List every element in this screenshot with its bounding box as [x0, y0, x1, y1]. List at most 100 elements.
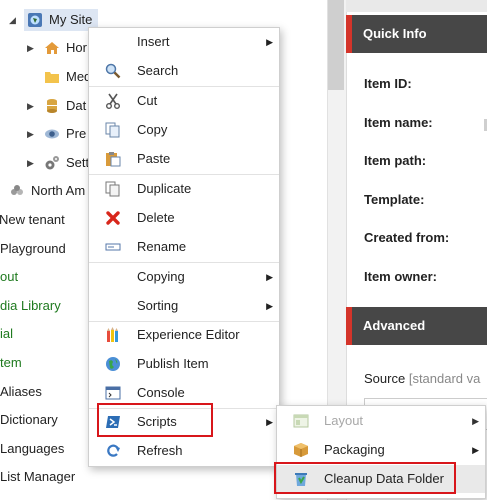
duplicate-icon [105, 181, 120, 197]
scissors-icon [106, 93, 120, 109]
tree-node-label: New tenant [0, 212, 65, 227]
tree-node-tenant[interactable]: North Am [0, 180, 100, 202]
home-icon [45, 42, 59, 54]
scripts-highlight-box [97, 403, 213, 437]
menu-item-copy[interactable]: Copy [89, 116, 279, 144]
copy-icon [105, 122, 120, 138]
section-accent-bar [346, 15, 352, 53]
menu-item-label: Refresh [137, 443, 183, 458]
menu-item-duplicate[interactable]: Duplicate [89, 175, 279, 203]
section-title: Quick Info [363, 26, 427, 41]
menu-item-label: Search [137, 63, 179, 78]
tree-node-label: Pre [66, 126, 87, 141]
menu-item-label: Rename [137, 239, 187, 254]
submenu-arrow-icon: ▶ [472, 445, 479, 455]
menu-item-label: Paste [137, 151, 171, 166]
menu-item-delete[interactable]: Delete [89, 204, 279, 232]
menu-item-publish[interactable]: Publish Item [89, 350, 279, 378]
tree-node-label: dia Library [0, 298, 61, 313]
tree-node-presentation[interactable]: ▶ Pre [0, 123, 100, 145]
magnifier-icon [105, 63, 121, 79]
tree-node-label: Hor [66, 40, 87, 55]
package-icon [294, 443, 308, 457]
source-field-label: Source [standard va [364, 371, 480, 386]
submenu-arrow-icon: ▶ [266, 272, 273, 282]
menu-item-label: Publish Item [137, 356, 209, 371]
menu-item-label: Cut [137, 93, 158, 108]
globe-icon [106, 357, 120, 371]
submenu-item-label: Layout [324, 413, 364, 428]
tree-node-label: List Manager [0, 469, 76, 484]
tree-node-label: Dat [66, 98, 87, 113]
tree-node-label: Aliases [0, 384, 42, 399]
tree-node-label: ial [0, 326, 14, 341]
rename-icon [105, 243, 121, 251]
menu-item-search[interactable]: Search [89, 57, 279, 85]
tree-node-label: tem [0, 355, 22, 370]
source-hint-text: [standard va [408, 371, 481, 386]
submenu-item-layout[interactable]: Layout ▶ [277, 407, 485, 435]
tree-node-label: Playground [0, 241, 66, 256]
gear-icon [45, 156, 59, 170]
section-title: Advanced [363, 318, 426, 333]
expand-arrow-icon[interactable]: ◢ [9, 9, 16, 31]
menu-item-insert[interactable]: Insert ▶ [89, 28, 279, 56]
paste-icon [106, 152, 121, 167]
menu-item-cut[interactable]: Cut [89, 87, 279, 115]
tree-node-settings[interactable]: ▶ Sett [0, 152, 100, 174]
item-id-label: Item ID: [364, 76, 412, 91]
menu-item-copying[interactable]: Copying ▶ [89, 263, 279, 291]
tree-node-label: Sett [66, 155, 90, 170]
collapsed-arrow-icon[interactable]: ▶ [27, 152, 34, 174]
collapsed-arrow-icon[interactable]: ▶ [27, 37, 34, 59]
tree-node-my-site[interactable]: ◢ My Site [0, 9, 100, 31]
submenu-item-label: Packaging [324, 442, 385, 457]
menu-item-label: Sorting [137, 298, 179, 313]
database-icon [47, 99, 57, 113]
cleanup-highlight-box [274, 462, 456, 494]
collapsed-arrow-icon[interactable]: ▶ [27, 123, 34, 145]
refresh-icon [107, 444, 120, 457]
submenu-arrow-icon: ▶ [472, 416, 479, 426]
scrollbar-thumb[interactable] [328, 0, 344, 90]
quick-info-header[interactable]: Quick Info [346, 15, 487, 53]
tree-node-label: North Am [31, 183, 86, 198]
submenu-arrow-icon: ▶ [266, 37, 273, 47]
collapsed-arrow-icon[interactable]: ▶ [27, 95, 34, 117]
item-owner-label: Item owner: [364, 269, 437, 284]
tree-node-data[interactable]: ▶ Dat [0, 95, 100, 117]
created-from-label: Created from: [364, 230, 450, 245]
source-label-text: Source [364, 371, 406, 386]
red-x-icon [106, 211, 120, 225]
tenant-icon [11, 185, 23, 195]
menu-item-label: Duplicate [137, 181, 192, 196]
menu-item-experience-editor[interactable]: Experience Editor [89, 321, 279, 349]
menu-item-label: Copying [137, 269, 185, 284]
menu-item-label: Delete [137, 210, 175, 225]
console-icon [105, 386, 121, 400]
tree-node-home[interactable]: ▶ Hor [0, 37, 100, 59]
context-menu: Insert ▶ Search Cut Copy Paste Duplicate… [88, 27, 280, 467]
advanced-header[interactable]: Advanced [346, 307, 487, 345]
template-label: Template: [364, 192, 425, 207]
tree-node-label: My Site [49, 12, 93, 27]
section-accent-bar [346, 307, 352, 345]
menu-item-rename[interactable]: Rename [89, 233, 279, 261]
tree-node-label: Languages [0, 441, 65, 456]
layout-icon [293, 414, 309, 428]
folder-icon [45, 72, 59, 83]
submenu-arrow-icon: ▶ [266, 417, 273, 427]
site-icon [28, 13, 42, 27]
menu-item-label: Insert [137, 34, 170, 49]
submenu-arrow-icon: ▶ [266, 301, 273, 311]
tree-node-label: out [0, 269, 19, 284]
item-name-label: Item name: [364, 115, 433, 130]
menu-item-sorting[interactable]: Sorting ▶ [89, 292, 279, 320]
panel-top-strip [346, 0, 487, 12]
menu-item-paste[interactable]: Paste [89, 145, 279, 173]
submenu-item-packaging[interactable]: Packaging ▶ [277, 436, 485, 464]
menu-item-label: Copy [137, 122, 168, 137]
tree-node-media[interactable]: Med [0, 66, 100, 88]
menu-item-refresh[interactable]: Refresh [89, 437, 279, 465]
tree-node-label: Dictionary [0, 412, 58, 427]
